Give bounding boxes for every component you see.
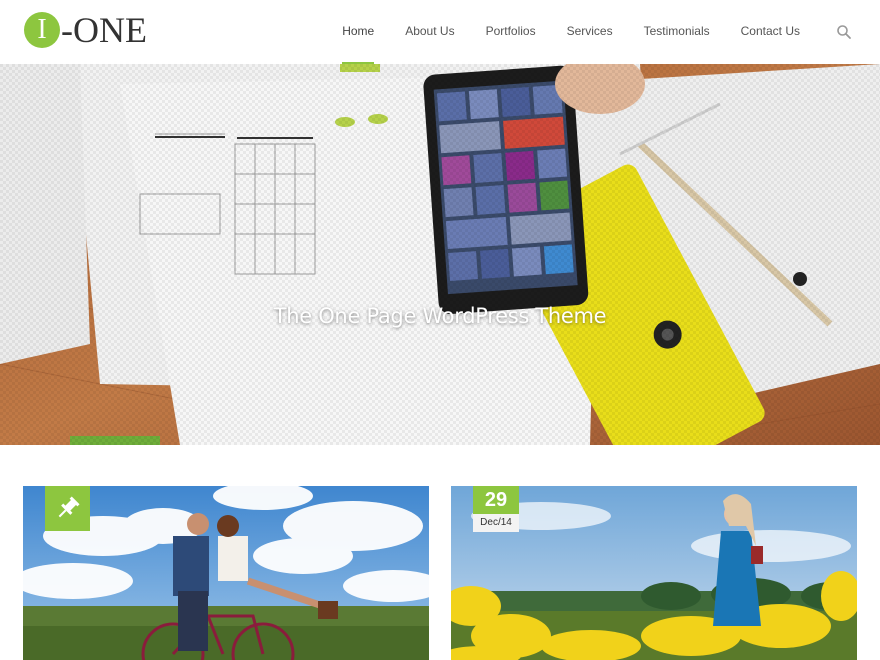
sticky-post-badge xyxy=(45,486,90,531)
hero-image xyxy=(0,64,880,445)
nav-item-services[interactable]: Services xyxy=(567,0,613,64)
date-badge: 29 Dec/14 xyxy=(473,486,519,532)
hero-section: The One Page WordPress Theme xyxy=(0,64,880,445)
nav-item-testimonials[interactable]: Testimonials xyxy=(644,0,710,64)
post-card[interactable] xyxy=(23,486,429,660)
site-logo[interactable]: I -ONE xyxy=(24,10,147,50)
site-header: I -ONE Home About Us Portfolios Services… xyxy=(0,0,880,64)
post-card[interactable]: 29 Dec/14 xyxy=(451,486,857,660)
nav-item-home[interactable]: Home xyxy=(342,0,375,64)
nav-item-about-us[interactable]: About Us xyxy=(405,0,454,64)
main-nav: Home About Us Portfolios Services Testim… xyxy=(342,0,800,64)
nav-item-portfolios[interactable]: Portfolios xyxy=(486,0,536,64)
logo-mark: I xyxy=(24,12,60,48)
logo-text: -ONE xyxy=(61,10,147,50)
date-month: Dec/14 xyxy=(473,514,519,532)
nav-item-contact-us[interactable]: Contact Us xyxy=(741,0,800,64)
pin-icon xyxy=(58,496,80,518)
hero-title: The One Page WordPress Theme xyxy=(273,304,607,328)
search-icon[interactable] xyxy=(836,24,852,40)
date-day: 29 xyxy=(473,486,519,514)
